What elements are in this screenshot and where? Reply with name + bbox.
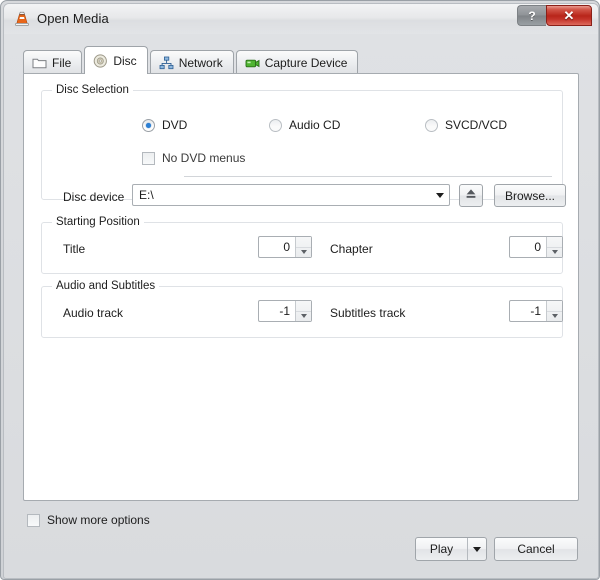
title-value: 0: [283, 240, 290, 254]
no-dvd-menus-checkbox[interactable]: No DVD menus: [142, 151, 245, 165]
play-dropdown-arrow-icon[interactable]: [467, 538, 486, 560]
audio-track-spinner[interactable]: -1: [258, 300, 312, 322]
folder-icon: [32, 56, 47, 70]
tab-network[interactable]: Network: [149, 50, 234, 74]
disc-device-value: E:\: [139, 188, 154, 202]
chapter-spinner-buttons[interactable]: [546, 237, 562, 257]
subtitles-track-spinner-down[interactable]: [547, 312, 562, 322]
tab-network-label: Network: [178, 55, 223, 70]
no-dvd-menus-label: No DVD menus: [162, 151, 246, 165]
radio-dvd[interactable]: DVD: [142, 118, 187, 132]
radio-svcd-vcd[interactable]: SVCD/VCD: [425, 118, 507, 132]
audio-track-spinner-down[interactable]: [296, 312, 311, 322]
audio-track-spinner-buttons[interactable]: [295, 301, 311, 321]
disc-selection-group: Disc Selection DVD Audio CD SVCD/VCD No …: [41, 84, 566, 207]
subtitles-track-spinner[interactable]: -1: [509, 300, 563, 322]
chapter-value: 0: [534, 240, 541, 254]
tab-file[interactable]: File: [23, 50, 83, 74]
title-spinner[interactable]: 0: [258, 236, 312, 258]
chapter-spinner-up[interactable]: [547, 237, 562, 248]
tab-disc-label: Disc: [113, 53, 137, 68]
play-button[interactable]: Play: [415, 537, 487, 561]
network-icon: [159, 56, 174, 70]
radio-audio-cd-indicator: [269, 118, 282, 132]
disc-icon: [93, 53, 108, 68]
show-more-options-box: [27, 513, 40, 527]
cancel-button[interactable]: Cancel: [494, 537, 578, 561]
capture-card-icon: [245, 56, 260, 70]
starting-position-title: Starting Position: [52, 216, 144, 228]
subtitles-track-spinner-buttons[interactable]: [546, 301, 562, 321]
subtitles-track-spinner-up[interactable]: [547, 301, 562, 312]
eject-icon: [464, 187, 478, 205]
window-title: Open Media: [37, 11, 109, 26]
chapter-spinner[interactable]: 0: [509, 236, 563, 258]
audio-track-value: -1: [279, 304, 290, 318]
tab-bar: File Disc Network Capture Device: [23, 46, 360, 74]
radio-audio-cd[interactable]: Audio CD: [269, 118, 340, 132]
audio-subtitles-title: Audio and Subtitles: [52, 280, 160, 292]
window-controls: ? ✕: [517, 5, 592, 26]
chevron-down-icon[interactable]: [431, 192, 449, 198]
vlc-cone-icon: [13, 10, 31, 28]
play-button-label: Play: [429, 542, 454, 556]
open-media-dialog: Open Media ? ✕ File Disc Network Capture…: [0, 0, 600, 580]
tab-capture-device[interactable]: Capture Device: [235, 50, 359, 74]
chapter-label: Chapter: [330, 242, 373, 256]
title-bar: Open Media ? ✕: [4, 4, 598, 34]
no-dvd-menus-box: [142, 151, 155, 165]
eject-button[interactable]: [459, 184, 483, 207]
radio-dvd-label: DVD: [162, 118, 188, 132]
disc-tab-panel: Disc Selection DVD Audio CD SVCD/VCD No …: [23, 73, 579, 501]
show-more-options-label: Show more options: [47, 513, 150, 527]
subtitles-track-label: Subtitles track: [330, 306, 406, 320]
disc-device-combobox[interactable]: E:\: [132, 184, 450, 206]
radio-svcd-vcd-label: SVCD/VCD: [445, 118, 508, 132]
audio-track-label: Audio track: [63, 306, 124, 320]
title-spinner-buttons[interactable]: [295, 237, 311, 257]
radio-dvd-indicator: [142, 118, 155, 132]
radio-audio-cd-label: Audio CD: [289, 118, 341, 132]
tab-disc[interactable]: Disc: [84, 46, 148, 74]
subtitles-track-value: -1: [530, 304, 541, 318]
show-more-options-checkbox[interactable]: Show more options: [27, 513, 150, 527]
title-spinner-up[interactable]: [296, 237, 311, 248]
title-spinner-down[interactable]: [296, 248, 311, 258]
audio-track-spinner-up[interactable]: [296, 301, 311, 312]
disc-device-label: Disc device: [63, 190, 125, 204]
tab-capture-device-label: Capture Device: [264, 55, 348, 70]
starting-position-group: Starting Position Title 0 Chapter 0: [41, 216, 563, 274]
chapter-spinner-down[interactable]: [547, 248, 562, 258]
audio-subtitles-group: Audio and Subtitles Audio track -1 Subti…: [41, 280, 563, 338]
tab-file-label: File: [52, 55, 72, 70]
title-label: Title: [63, 242, 86, 256]
help-button[interactable]: ?: [517, 5, 546, 26]
disc-selection-title: Disc Selection: [52, 84, 133, 96]
close-button[interactable]: ✕: [546, 5, 592, 26]
browse-button[interactable]: Browse...: [494, 184, 566, 207]
disc-selection-divider: [184, 176, 552, 177]
radio-svcd-vcd-indicator: [425, 118, 438, 132]
